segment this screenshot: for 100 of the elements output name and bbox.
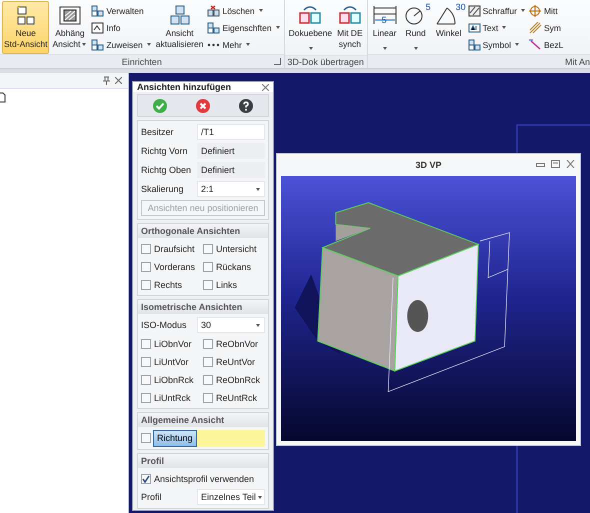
checkbox[interactable]: [141, 280, 151, 290]
checkbox-label: ReUntRck: [216, 392, 258, 402]
ribbon-button[interactable]: 5 Rund: [400, 1, 431, 54]
assign-icon: [91, 38, 104, 51]
window-title: 3D VP: [415, 160, 442, 170]
close-icon[interactable]: [262, 84, 269, 90]
checkbox-label: LiObnVor: [154, 338, 192, 348]
checkbox-label: Draufsicht: [154, 244, 195, 254]
group-label: Einrichten: [122, 56, 162, 67]
checkbox[interactable]: [203, 356, 213, 366]
ribbon-button[interactable]: Mit DE synch: [335, 1, 365, 55]
field-label: Besitzer: [141, 127, 175, 137]
ribbon-button[interactable]: Schraffur: [466, 2, 527, 19]
checkbox[interactable]: [203, 262, 213, 272]
ribbon-button[interactable]: Sym: [528, 20, 564, 36]
hatched-frame-icon: [58, 4, 82, 26]
ribbon-button[interactable]: Ansicht aktualisieren: [154, 1, 206, 54]
checkbox-label: Links: [216, 280, 238, 290]
ribbon-button[interactable]: Dokuebene: [286, 1, 334, 55]
dropdown[interactable]: 2:1: [197, 181, 265, 197]
field-label: Richtg Oben: [141, 165, 192, 175]
ribbon-button[interactable]: Neue Std-Ansicht: [2, 1, 50, 54]
checkbox-label: Rechts: [154, 280, 182, 290]
checkbox[interactable]: [141, 392, 151, 402]
section-title: Isometrische Ansichten: [141, 302, 242, 312]
checkbox[interactable]: [141, 262, 151, 272]
ribbon-button[interactable]: Eigenschften: [206, 20, 282, 36]
checkbox-label: Untersicht: [216, 244, 257, 254]
caret-icon: [256, 188, 260, 190]
checkbox-label: Ansichtsprofil verwenden: [154, 474, 254, 484]
checkbox-label: ReObnRck: [216, 374, 260, 384]
dropdown[interactable]: 30: [197, 317, 265, 333]
checkbox-label: Rückans: [216, 262, 252, 272]
checkbox[interactable]: [141, 244, 151, 254]
symbol-icon: [468, 38, 481, 51]
ribbon-button[interactable]: Mitt: [528, 2, 564, 19]
dialog-title: Ansichten hinzufügen: [137, 82, 231, 92]
checkbox[interactable]: [141, 374, 151, 384]
ribbon-button[interactable]: 30 Winkel: [432, 1, 466, 54]
field-label: Skalierung: [141, 184, 185, 194]
minimize-icon[interactable]: [536, 160, 545, 168]
new-views-icon: [14, 4, 37, 26]
center-mark-icon: [528, 4, 542, 17]
input-field[interactable]: /T1: [197, 124, 265, 140]
dialog-launcher-icon[interactable]: [274, 58, 281, 66]
text-icon: [468, 22, 481, 34]
checkbox[interactable]: [203, 392, 213, 402]
checkbox[interactable]: [141, 433, 151, 443]
ribbon-button[interactable]: Zuweisen: [90, 36, 153, 53]
dropdown[interactable]: Einzelnes Teil: [197, 489, 265, 505]
checkbox[interactable]: [203, 244, 213, 254]
checkbox-label: LiObnRck: [154, 374, 194, 384]
section-title: Allgemeine Ansicht: [141, 415, 224, 425]
ribbon-button[interactable]: Text: [466, 20, 527, 36]
sync-views-icon: [298, 4, 322, 26]
checkbox[interactable]: [141, 356, 151, 366]
manage-icon: [91, 4, 104, 17]
info-icon: [91, 22, 104, 34]
group-label: Mit An: [564, 56, 590, 67]
ribbon-button[interactable]: Info: [90, 20, 153, 36]
section-title: Profil: [141, 456, 164, 466]
checkbox-label: LiUntVor: [154, 356, 189, 366]
input-field[interactable]: Definiert: [197, 143, 265, 159]
checkbox-label: ReObnVor: [216, 338, 258, 348]
ribbon-button[interactable]: Mehr: [206, 36, 282, 53]
checkbox-label: ReUntVor: [216, 356, 256, 366]
confirm-icon[interactable]: [152, 98, 167, 112]
caret-icon: [258, 496, 262, 498]
help-icon[interactable]: [239, 98, 254, 112]
ribbon-button[interactable]: Verwalten: [90, 2, 153, 19]
field-label: ISO-Modus: [141, 320, 188, 330]
maximize-icon[interactable]: [551, 160, 560, 168]
ribbon-button[interactable]: BezL: [528, 36, 564, 53]
caret-icon: [256, 324, 260, 326]
direction-field[interactable]: [196, 430, 265, 446]
checkbox[interactable]: [203, 338, 213, 348]
checkbox[interactable]: [141, 474, 151, 484]
checkbox[interactable]: [141, 338, 151, 348]
checkbox-label: Vorderans: [154, 262, 196, 272]
section-title: Orthogonale Ansichten: [141, 226, 240, 236]
delete-icon: [207, 4, 220, 17]
sync-views-icon: [338, 4, 362, 26]
close-icon[interactable]: [115, 77, 122, 84]
checkbox[interactable]: [203, 280, 213, 290]
close-icon[interactable]: [566, 160, 575, 168]
document-icon[interactable]: [0, 92, 6, 103]
ribbon-button[interactable]: Abhäng Ansicht: [50, 1, 90, 54]
direction-button[interactable]: Richtung: [153, 430, 197, 446]
more-icon: [207, 42, 220, 47]
checkbox[interactable]: [203, 374, 213, 384]
symmetry-icon: [528, 22, 542, 34]
leader-icon: [528, 38, 542, 51]
ribbon-button[interactable]: Löschen: [206, 2, 282, 19]
cancel-icon[interactable]: [196, 98, 210, 112]
hatch-icon: [468, 4, 481, 17]
ribbon-button[interactable]: Symbol: [466, 36, 527, 53]
group-label: 3D-Dok übertragen: [287, 57, 364, 67]
properties-icon: [207, 22, 220, 34]
input-field[interactable]: Definiert: [197, 162, 265, 178]
pin-icon[interactable]: [103, 76, 110, 85]
